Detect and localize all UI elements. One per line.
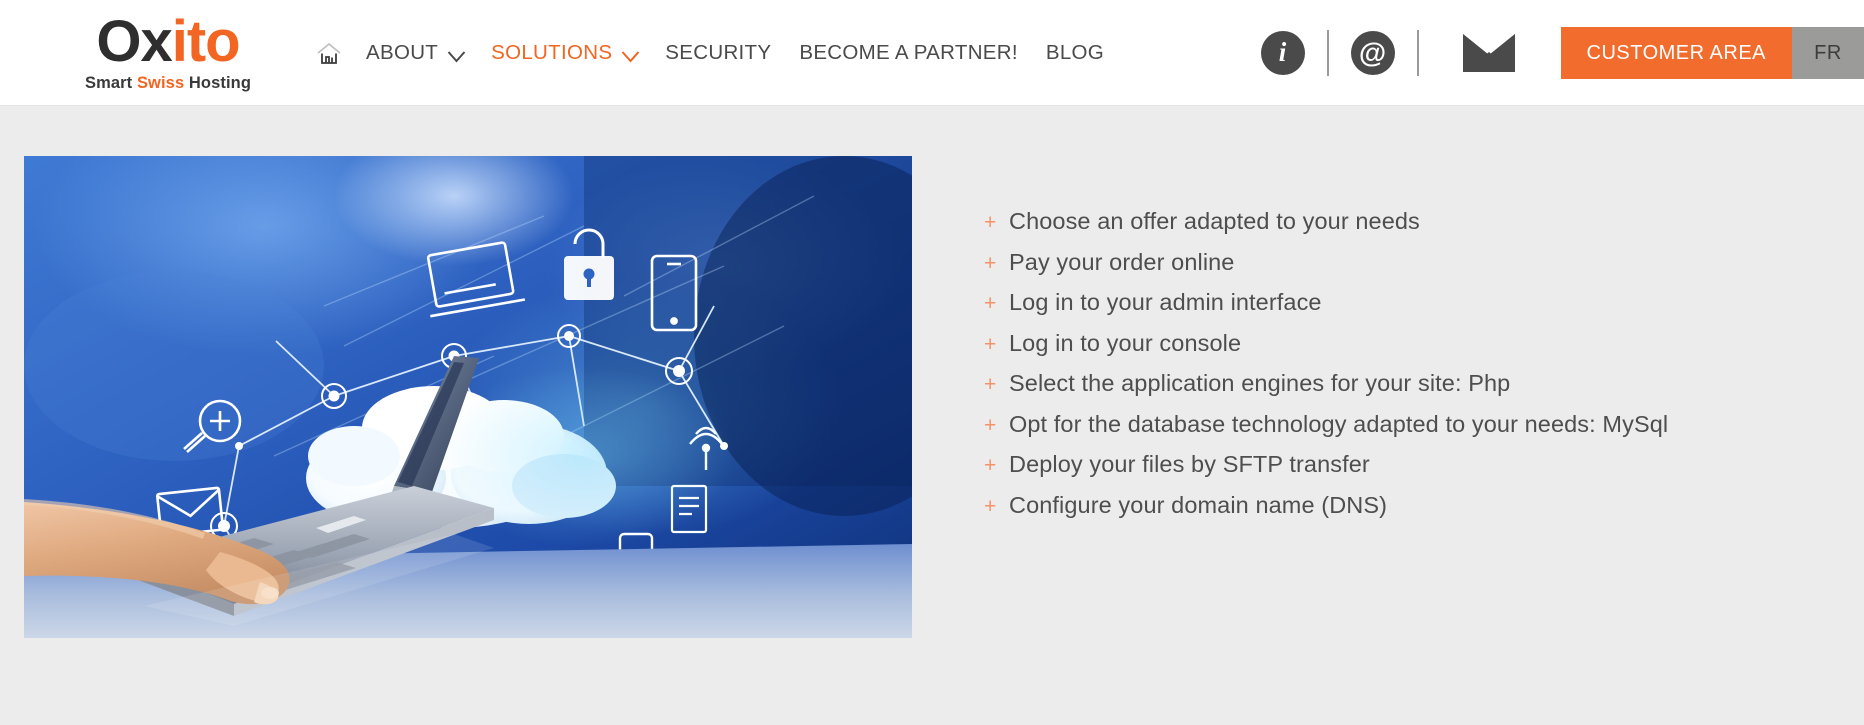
plus-icon: +	[984, 292, 997, 315]
plus-icon: +	[984, 332, 997, 356]
list-item: + Log in to your console	[984, 324, 1668, 365]
list-item-label: Deploy your files by SFTP transfer	[1009, 451, 1370, 477]
header-divider	[1326, 30, 1329, 76]
list-item: + Configure your domain name (DNS)	[984, 486, 1668, 527]
logo-tagline-pre: Smart	[84, 73, 137, 92]
header-divider	[1416, 30, 1419, 76]
chevron-down-icon	[447, 45, 466, 63]
at-icon-glyph: @	[1358, 36, 1387, 68]
plus-icon: +	[984, 454, 997, 477]
nav-item-become-a-partner-label: BECOME A PARTNER!	[799, 40, 1018, 64]
logo-text-dark: Ox	[96, 8, 172, 74]
list-item-label: Configure your domain name (DNS)	[1009, 491, 1388, 518]
list-item: + Choose an offer adapted to your needs	[984, 202, 1668, 243]
envelope-icon[interactable]	[1462, 33, 1515, 73]
nav-item-security[interactable]: SECURITY	[651, 35, 785, 71]
plus-icon: +	[984, 211, 997, 234]
info-icon[interactable]: i	[1260, 31, 1305, 75]
logo-tagline-post: Hosting	[184, 73, 252, 92]
plus-icon: +	[984, 373, 997, 396]
chevron-down-icon	[621, 45, 640, 63]
nav-item-become-a-partner[interactable]: BECOME A PARTNER!	[785, 35, 1032, 71]
plus-icon: +	[984, 494, 997, 518]
list-item: + Log in to your admin interface	[984, 283, 1668, 324]
hero-image	[24, 156, 912, 638]
plus-icon: +	[984, 251, 997, 275]
list-item-label: Log in to your console	[1009, 329, 1242, 356]
site-header: Oxito Smart Swiss Hosting ABOUT SOLUTION…	[0, 0, 1864, 106]
home-icon[interactable]	[316, 41, 342, 67]
language-switch-fr[interactable]: FR	[1792, 27, 1864, 79]
logo-text-orange: ito	[171, 8, 241, 74]
nav-item-solutions-label: SOLUTIONS	[491, 40, 613, 64]
main-content: + Choose an offer adapted to your needs …	[0, 106, 1864, 725]
list-item-label: Choose an offer adapted to your needs	[1009, 208, 1420, 234]
header-actions: i @ CUSTOMER AREA FR	[1260, 0, 1864, 106]
feature-list: + Choose an offer adapted to your needs …	[984, 202, 1668, 526]
info-icon-glyph: i	[1278, 37, 1287, 67]
customer-area-button[interactable]: CUSTOMER AREA	[1560, 27, 1792, 79]
nav-item-blog-label: BLOG	[1045, 40, 1105, 64]
list-item-label: Log in to your admin interface	[1009, 289, 1322, 315]
list-item: + Pay your order online	[984, 243, 1668, 284]
main-navigation: ABOUT SOLUTIONS SECURITY BECOME A PARTNE…	[316, 35, 1118, 71]
list-item-label: Opt for the database technology adapted …	[1009, 410, 1669, 437]
nav-item-about-label: ABOUT	[366, 40, 439, 64]
list-item: + Opt for the database technology adapte…	[984, 405, 1668, 446]
list-item-label: Select the application engines for your …	[1009, 370, 1511, 396]
at-icon[interactable]: @	[1350, 31, 1395, 75]
logo-wordmark: Oxito	[96, 12, 240, 71]
plus-icon: +	[984, 413, 997, 437]
nav-item-security-label: SECURITY	[665, 40, 772, 64]
logo-tagline: Smart Swiss Hosting	[84, 73, 252, 92]
nav-item-about[interactable]: ABOUT	[352, 35, 477, 71]
nav-item-solutions[interactable]: SOLUTIONS	[477, 35, 651, 71]
list-item-label: Pay your order online	[1009, 248, 1235, 275]
list-item: + Select the application engines for you…	[984, 364, 1668, 405]
site-logo[interactable]: Oxito Smart Swiss Hosting	[48, 12, 288, 92]
list-item: + Deploy your files by SFTP transfer	[984, 445, 1668, 486]
hero-illustration	[24, 156, 912, 638]
logo-tagline-accent: Swiss	[136, 73, 185, 92]
nav-item-blog[interactable]: BLOG	[1032, 35, 1118, 71]
